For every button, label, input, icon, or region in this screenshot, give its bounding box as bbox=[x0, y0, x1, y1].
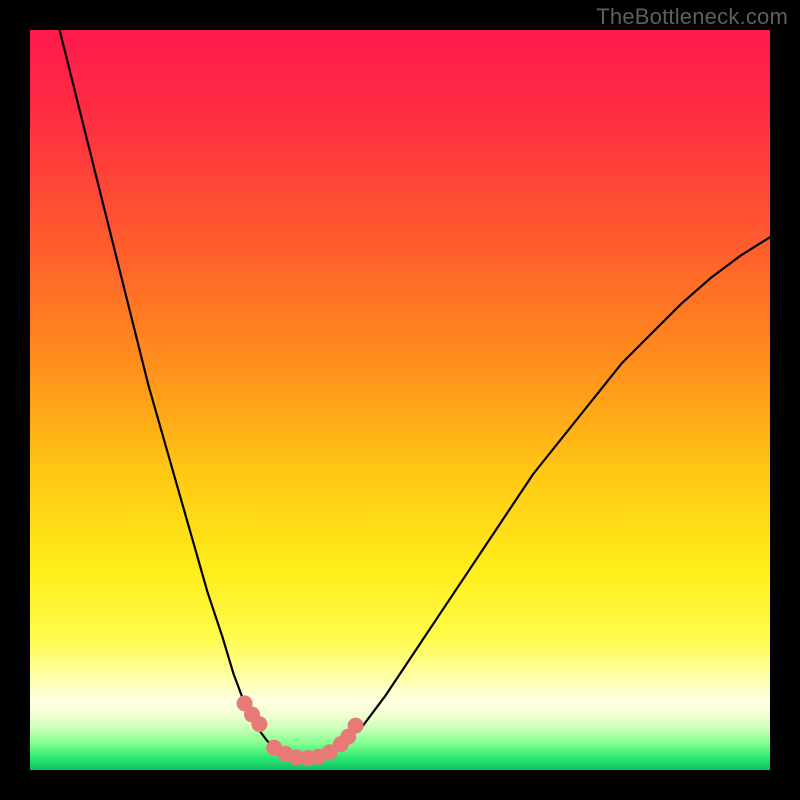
plot-area bbox=[30, 30, 770, 770]
bottleneck-curve bbox=[60, 30, 770, 758]
marker-dot bbox=[251, 716, 267, 732]
frame: TheBottleneck.com bbox=[0, 0, 800, 800]
watermark-text: TheBottleneck.com bbox=[596, 4, 788, 30]
marker-dot bbox=[348, 718, 364, 734]
curve-layer bbox=[30, 30, 770, 770]
marker-dots bbox=[237, 695, 364, 766]
